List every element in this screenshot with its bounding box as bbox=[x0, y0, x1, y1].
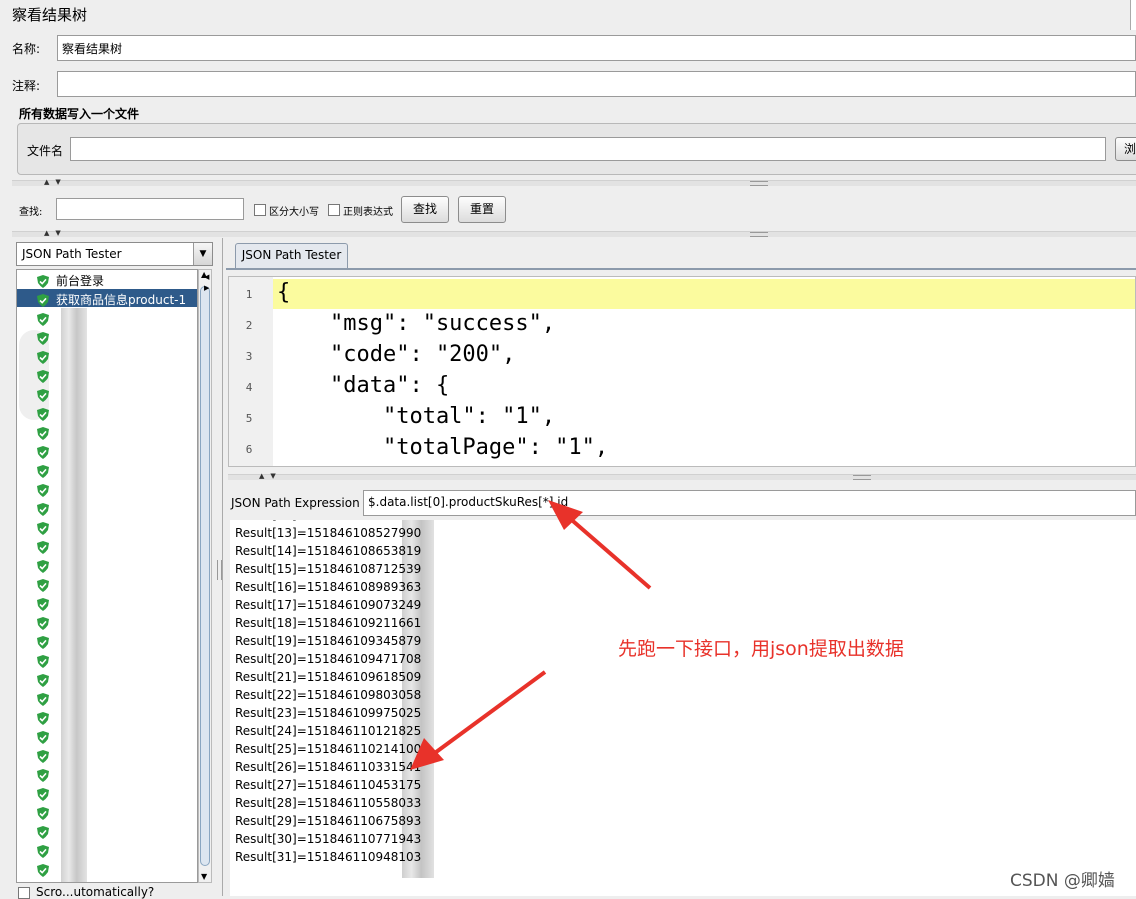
arrow-shaft-down bbox=[426, 670, 547, 760]
arrow-head-down bbox=[410, 738, 444, 770]
red-arrow-icon bbox=[410, 500, 652, 770]
watermark: CSDN @卿嫱 bbox=[1010, 871, 1115, 891]
arrow-shaft-up bbox=[564, 513, 652, 590]
annotation-arrows bbox=[410, 500, 652, 770]
